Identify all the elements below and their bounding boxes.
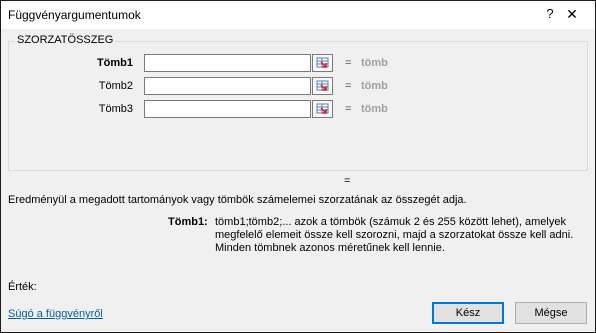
argument-value-hint: tömb (361, 80, 388, 92)
title-bar[interactable]: Függvényargumentumok ? ✕ (1, 1, 595, 29)
window-title: Függvényargumentumok (8, 8, 141, 22)
argument-description: tömb1;tömb2;... azok a tömbök (számuk 2 … (215, 216, 590, 255)
argument-description-line: tömb1;tömb2;... azok a tömbök (számuk 2 … (215, 216, 566, 228)
formula-result-equals: = (344, 175, 351, 187)
argument-label: Tömb3 (98, 103, 133, 115)
function-name: SZORZATÖSSZEG (15, 34, 116, 46)
help-icon[interactable]: ? (543, 6, 557, 22)
argument-description-label: Tömb1: (168, 216, 208, 228)
argument-description-line: megfelelő elemeit össze kell szorozni, m… (215, 229, 574, 241)
result-value-label: Érték: (8, 281, 37, 293)
close-icon[interactable]: ✕ (563, 5, 581, 23)
function-description: Eredményül a megadott tartományok vagy t… (8, 194, 467, 206)
range-select-icon[interactable] (312, 77, 333, 95)
argument-label: Tömb1 (96, 57, 133, 69)
help-on-function-link[interactable]: Súgó a függvényről (8, 308, 103, 320)
argument-row-1: Tömb1 = tömb (1, 54, 595, 74)
argument-row-2: Tömb2 = tömb (1, 77, 595, 97)
argument-equals: = (345, 80, 352, 92)
argument-value-hint: tömb (361, 103, 388, 115)
argument-value-hint: tömb (361, 57, 388, 69)
argument-equals: = (345, 103, 352, 115)
argument-input-tomb1[interactable] (144, 54, 311, 72)
cancel-button[interactable]: Mégse (515, 302, 587, 324)
range-select-icon[interactable] (312, 54, 333, 72)
argument-input-tomb2[interactable] (144, 77, 311, 95)
argument-input-tomb3[interactable] (144, 100, 311, 118)
range-select-icon[interactable] (312, 100, 333, 118)
argument-description-line: Minden tömbnek azonos méretűnek kell len… (215, 242, 445, 254)
argument-equals: = (345, 57, 352, 69)
ok-button[interactable]: Kész (432, 302, 504, 324)
argument-row-3: Tömb3 = tömb (1, 100, 595, 120)
function-arguments-dialog: Függvényargumentumok ? ✕ SZORZATÖSSZEG T… (0, 0, 596, 333)
argument-label: Tömb2 (98, 80, 133, 92)
